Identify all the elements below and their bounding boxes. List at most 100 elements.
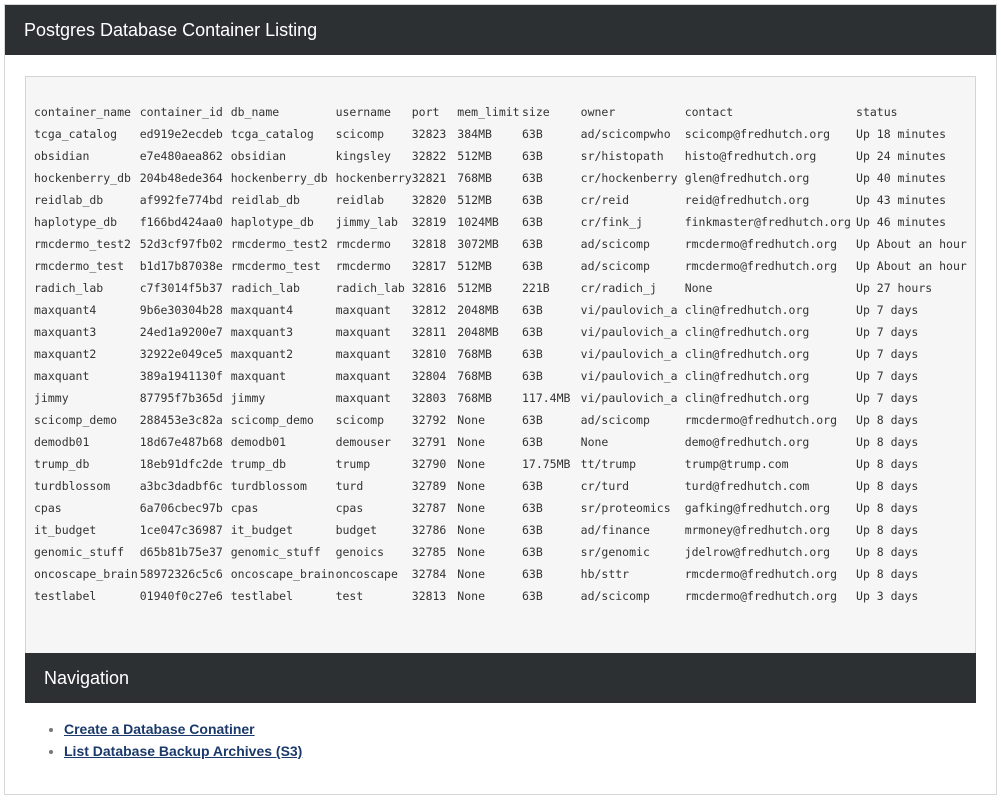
column-header-size: size <box>521 105 550 119</box>
cell-size: 63B <box>521 479 543 493</box>
cell-db-name: rmcdermo_test <box>230 259 321 273</box>
create-database-container-link[interactable]: Create a Database Conatiner <box>64 721 255 737</box>
cell-container-name: reidlab_db <box>34 193 104 207</box>
cell-container-name: genomic_stuff <box>34 545 125 559</box>
cell-container-name: rmcdermo_test2 <box>34 237 131 251</box>
cell-db-name: maxquant2 <box>230 347 294 361</box>
cell-contact: clin@fredhutch.org <box>684 347 810 361</box>
cell-port: 32822 <box>411 149 447 163</box>
cell-contact: clin@fredhutch.org <box>684 325 810 339</box>
cell-port: 32817 <box>411 259 447 273</box>
table-row: trump_db 18eb91dfc2de trump_db trump 32790 No… <box>34 453 975 475</box>
cell-container-id: f166bd424aa0 <box>139 215 223 229</box>
cell-status: Up 8 days <box>856 413 919 427</box>
cell-owner: ad/finance <box>580 523 650 537</box>
cell-container-id: 1ce047c36987 <box>139 523 223 537</box>
cell-owner: sr/proteomics <box>580 501 671 515</box>
cell-size: 63B <box>521 413 543 427</box>
cell-status: Up 18 minutes <box>856 127 947 141</box>
cell-username: maxquant <box>335 325 391 339</box>
cell-contact: gafking@fredhutch.org <box>684 501 831 515</box>
cell-contact: rmcdermo@fredhutch.org <box>684 259 838 273</box>
cell-mem-limit: 2048MB <box>457 303 499 317</box>
cell-port: 32811 <box>411 325 447 339</box>
cell-port: 32804 <box>411 369 447 383</box>
cell-status: Up 8 days <box>856 567 919 581</box>
cell-username: maxquant <box>335 391 391 405</box>
cell-contact: glen@fredhutch.org <box>684 171 810 185</box>
table-row: maxquant 389a1941130f maxquant maxquant 3280… <box>34 365 975 387</box>
cell-db-name: scicomp_demo <box>230 413 314 427</box>
cell-status: Up About an hour <box>856 237 967 251</box>
cell-status: Up 7 days <box>856 325 919 339</box>
cell-db-name: hockenberry_db <box>230 171 328 185</box>
cell-container-id: c7f3014f5b37 <box>139 281 223 295</box>
cell-size: 63B <box>521 567 543 581</box>
cell-container-name: tcga_catalog <box>34 127 118 141</box>
cell-username: demouser <box>335 435 391 449</box>
cell-status: Up 40 minutes <box>856 171 947 185</box>
cell-size: 17.75MB <box>521 457 571 471</box>
cell-port: 32818 <box>411 237 447 251</box>
cell-owner: hb/sttr <box>580 567 630 581</box>
table-row: maxquant4 9b6e30304b28 maxquant4 maxquant 32… <box>34 299 975 321</box>
cell-db-name: reidlab_db <box>230 193 300 207</box>
cell-size: 63B <box>521 193 543 207</box>
cell-owner: ad/scicomp <box>580 413 650 427</box>
cell-contact: reid@fredhutch.org <box>684 193 810 207</box>
cell-db-name: maxquant <box>230 369 287 383</box>
cell-container-name: trump_db <box>34 457 90 471</box>
navigation-list: Create a Database Conatiner List Databas… <box>45 720 302 764</box>
cell-status: Up 7 days <box>856 391 919 405</box>
cell-size: 63B <box>521 127 543 141</box>
table-row: maxquant2 32922e049ce5 maxquant2 maxquant 32… <box>34 343 975 365</box>
cell-size: 63B <box>521 435 543 449</box>
cell-owner: vi/paulovich_a <box>580 347 678 361</box>
cell-container-id: b1d17b87038e <box>139 259 223 273</box>
cell-contact: finkmaster@fredhutch.org <box>684 215 851 229</box>
cell-container-name: rmcdermo_test <box>34 259 125 273</box>
cell-status: Up 8 days <box>856 457 919 471</box>
table-row: rmcdermo_test2 52d3cf97fb02 rmcdermo_test2… <box>34 233 975 255</box>
table-row: hockenberry_db 204b48ede364 hockenberry_db… <box>34 167 975 189</box>
cell-mem-limit: 384MB <box>457 127 492 141</box>
column-header-container-name: container_name <box>34 105 131 119</box>
cell-port: 32785 <box>411 545 447 559</box>
list-backup-archives-link[interactable]: List Database Backup Archives (S3) <box>64 743 302 759</box>
navigation-title: Navigation <box>25 653 976 703</box>
cell-container-id: 18d67e487b68 <box>139 435 223 449</box>
cell-container-name: oncoscape_brain <box>34 567 138 581</box>
cell-mem-limit: 512MB <box>457 193 492 207</box>
cell-container-id: 24ed1a9200e7 <box>139 325 223 339</box>
cell-username: trump <box>335 457 371 471</box>
nav-item-create: Create a Database Conatiner <box>64 720 302 742</box>
cell-port: 32810 <box>411 347 447 361</box>
cell-db-name: it_budget <box>230 523 294 537</box>
cell-owner: tt/trump <box>580 457 637 471</box>
cell-size: 63B <box>521 171 543 185</box>
cell-contact: demo@fredhutch.org <box>684 435 810 449</box>
cell-mem-limit: 512MB <box>457 149 492 163</box>
cell-container-name: jimmy <box>34 391 69 405</box>
cell-owner: ad/scicomp <box>580 589 650 603</box>
cell-container-id: ed919e2ecdeb <box>139 127 223 141</box>
cell-container-name: maxquant3 <box>34 325 97 339</box>
table-row: jimmy 87795f7b365d jimmy maxquant 32803 768MB… <box>34 387 975 409</box>
cell-status: Up 8 days <box>856 479 919 493</box>
cell-username: maxquant <box>335 369 391 383</box>
cell-username: scicomp <box>335 127 385 141</box>
cell-owner: ad/scicompwho <box>580 127 671 141</box>
cell-container-name: haplotype_db <box>34 215 118 229</box>
cell-db-name: maxquant3 <box>230 325 294 339</box>
cell-container-name: turdblossom <box>34 479 111 493</box>
cell-contact: trump@trump.com <box>684 457 789 471</box>
cell-container-name: it_budget <box>34 523 97 537</box>
cell-mem-limit: None <box>457 457 485 471</box>
cell-username: kingsley <box>335 149 391 163</box>
cell-owner: ad/scicomp <box>580 259 650 273</box>
table-row: oncoscape_brain 58972326c5c6 oncoscape_bra… <box>34 563 975 585</box>
cell-contact: turd@fredhutch.com <box>684 479 810 493</box>
cell-db-name: oncoscape_brain <box>230 567 335 581</box>
table-row: reidlab_db af992fe774bd reidlab_db reidlab 3… <box>34 189 975 211</box>
cell-container-id: a3bc3dadbf6c <box>139 479 223 493</box>
